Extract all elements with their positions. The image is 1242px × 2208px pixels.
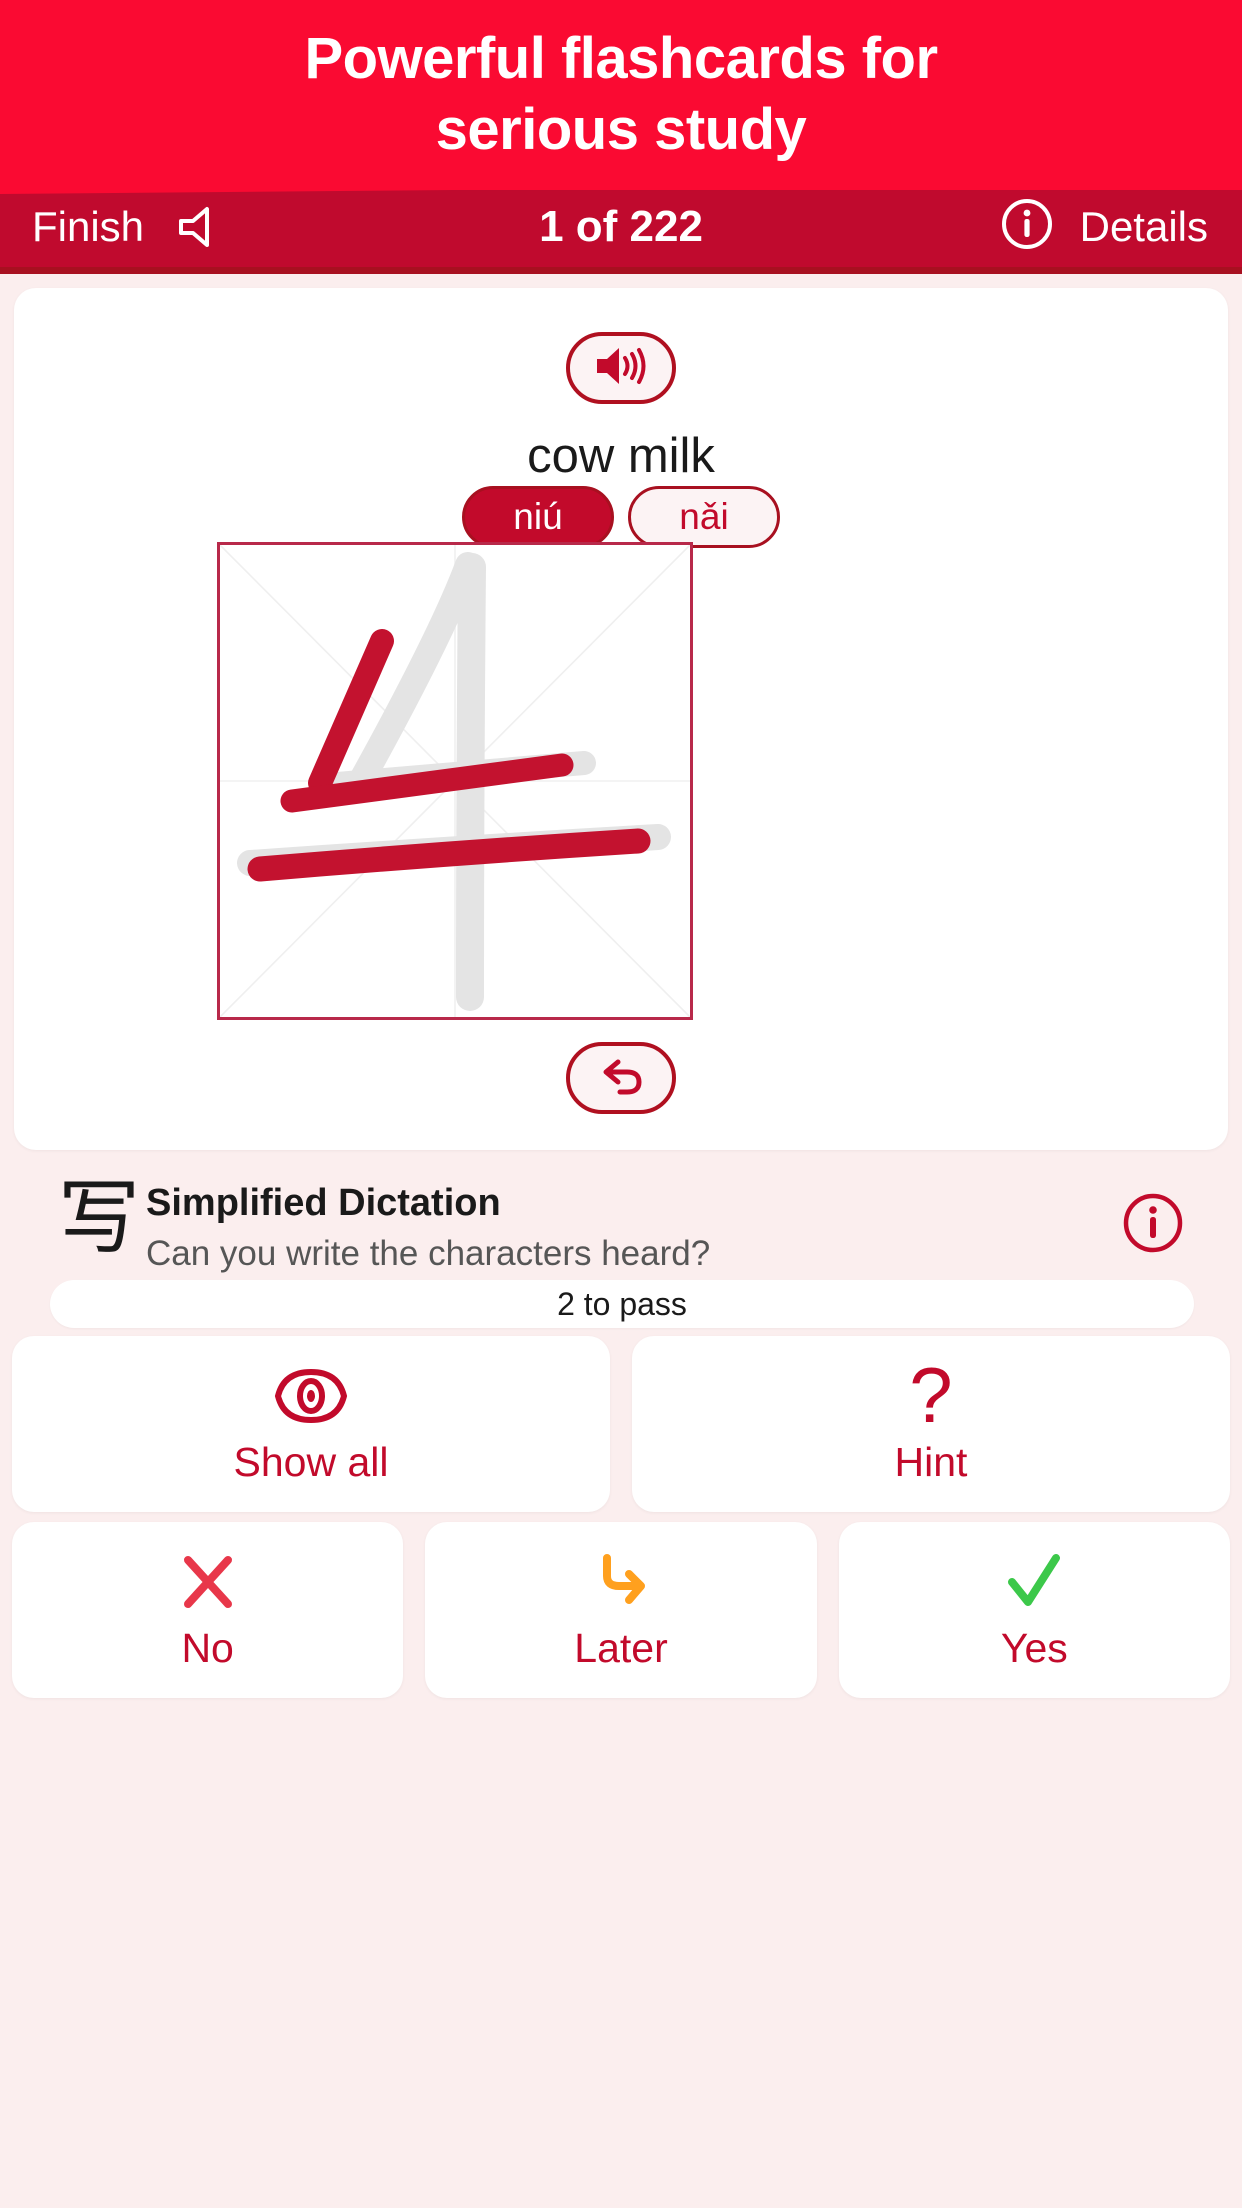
flashcard: cow milk niú nǎi [14,288,1228,1150]
finish-button[interactable]: Finish [32,203,144,251]
info-circle-icon [1122,1193,1184,1258]
no-label: No [181,1624,234,1671]
yes-button[interactable]: Yes [838,1522,1230,1698]
undo-arrow-icon [594,1052,648,1105]
action-row-grading: No Later Yes [12,1522,1230,1698]
hint-label: Hint [894,1438,968,1485]
arrow-turn-right-icon [589,1549,653,1615]
eye-icon [272,1363,350,1429]
pinyin-pill-2[interactable]: nǎi [628,486,780,548]
show-all-button[interactable]: Show all [12,1336,610,1512]
nav-left-group: Finish [32,203,226,251]
later-label: Later [574,1624,668,1671]
play-audio-button[interactable] [566,332,676,404]
promo-line-2: serious study [435,97,807,162]
pass-progress-text: 2 to pass [557,1285,687,1322]
action-row-helpers: Show all ? Hint [12,1336,1230,1512]
card-meaning: cow milk [527,429,715,483]
promo-banner-text: Powerful flashcards for serious study [244,24,997,166]
task-subtitle: Can you write the characters heard? [146,1234,711,1273]
check-icon [1002,1549,1066,1615]
user-strokes [247,629,651,882]
writing-grid[interactable] [217,542,693,1020]
pinyin-pill-group: niú nǎi [14,486,1228,548]
info-circle-icon[interactable] [1000,197,1054,256]
pinyin-pill-1[interactable]: niú [462,486,614,548]
undo-button[interactable] [566,1042,676,1114]
promo-banner: Powerful flashcards for serious study [0,0,1242,190]
cross-icon [176,1549,240,1615]
pass-progress-bar: 2 to pass [50,1280,1194,1328]
task-title: Simplified Dictation [146,1182,501,1224]
task-info-button[interactable] [1122,1192,1184,1259]
show-all-label: Show all [233,1438,389,1485]
no-button[interactable]: No [12,1522,404,1698]
question-mark-icon: ? [909,1351,953,1440]
yes-label: Yes [1000,1624,1068,1671]
promo-line-1: Powerful flashcards for [304,26,938,92]
task-strip: 写 Simplified Dictation Can you write the… [0,1168,1242,1298]
app-screen: Powerful flashcards for serious study Fi… [0,0,1242,2208]
speaker-volume-icon [593,344,649,393]
speaker-mute-icon[interactable] [176,204,226,250]
nav-right-group: Details [1000,197,1208,256]
later-button[interactable]: Later [425,1522,817,1698]
hint-button[interactable]: ? Hint [632,1336,1230,1512]
nav-bar: Finish 1 of 222 Details [0,186,1242,274]
details-button[interactable]: Details [1080,203,1208,251]
task-glyph-write: 写 [58,1171,141,1266]
